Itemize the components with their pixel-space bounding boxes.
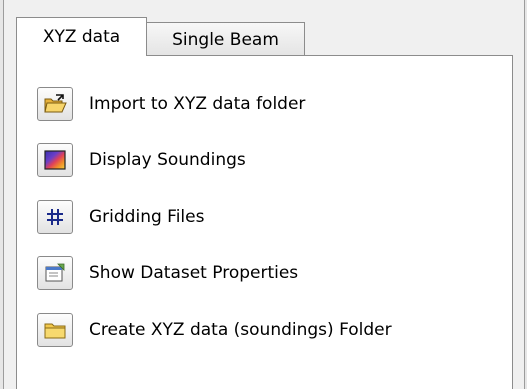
- grid-icon: [46, 208, 64, 226]
- properties-icon: [44, 263, 66, 283]
- color-map-icon: [44, 150, 66, 170]
- left-frame: [0, 0, 4, 389]
- import-button[interactable]: [37, 87, 73, 121]
- action-label: Gridding Files: [89, 207, 205, 227]
- folder-icon: [44, 321, 66, 339]
- gridding-files-action[interactable]: Gridding Files: [37, 197, 204, 237]
- display-soundings-action[interactable]: Display Soundings: [37, 140, 246, 180]
- tab-label: XYZ data: [42, 27, 121, 47]
- create-folder-button[interactable]: [37, 313, 73, 347]
- xyz-data-panel: Import to XYZ data folder Display Soundi…: [16, 55, 513, 389]
- xyz-data-window: XYZ data Single Beam Import to XYZ data …: [0, 0, 527, 389]
- tab-xyz-data[interactable]: XYZ data: [16, 17, 147, 56]
- gridding-files-button[interactable]: [37, 200, 73, 234]
- action-label: Display Soundings: [89, 150, 246, 170]
- show-dataset-properties-action[interactable]: Show Dataset Properties: [37, 253, 298, 293]
- action-label: Import to XYZ data folder: [89, 94, 306, 114]
- tab-label: Single Beam: [172, 29, 279, 50]
- import-to-xyz-folder-action[interactable]: Import to XYZ data folder: [37, 84, 305, 124]
- action-label: Create XYZ data (soundings) Folder: [89, 320, 392, 340]
- display-soundings-button[interactable]: [37, 143, 73, 177]
- dataset-properties-button[interactable]: [37, 256, 73, 290]
- action-label: Show Dataset Properties: [89, 263, 299, 283]
- open-folder-icon: [43, 94, 67, 114]
- create-xyz-folder-action[interactable]: Create XYZ data (soundings) Folder: [37, 310, 392, 350]
- tab-single-beam[interactable]: Single Beam: [146, 22, 305, 56]
